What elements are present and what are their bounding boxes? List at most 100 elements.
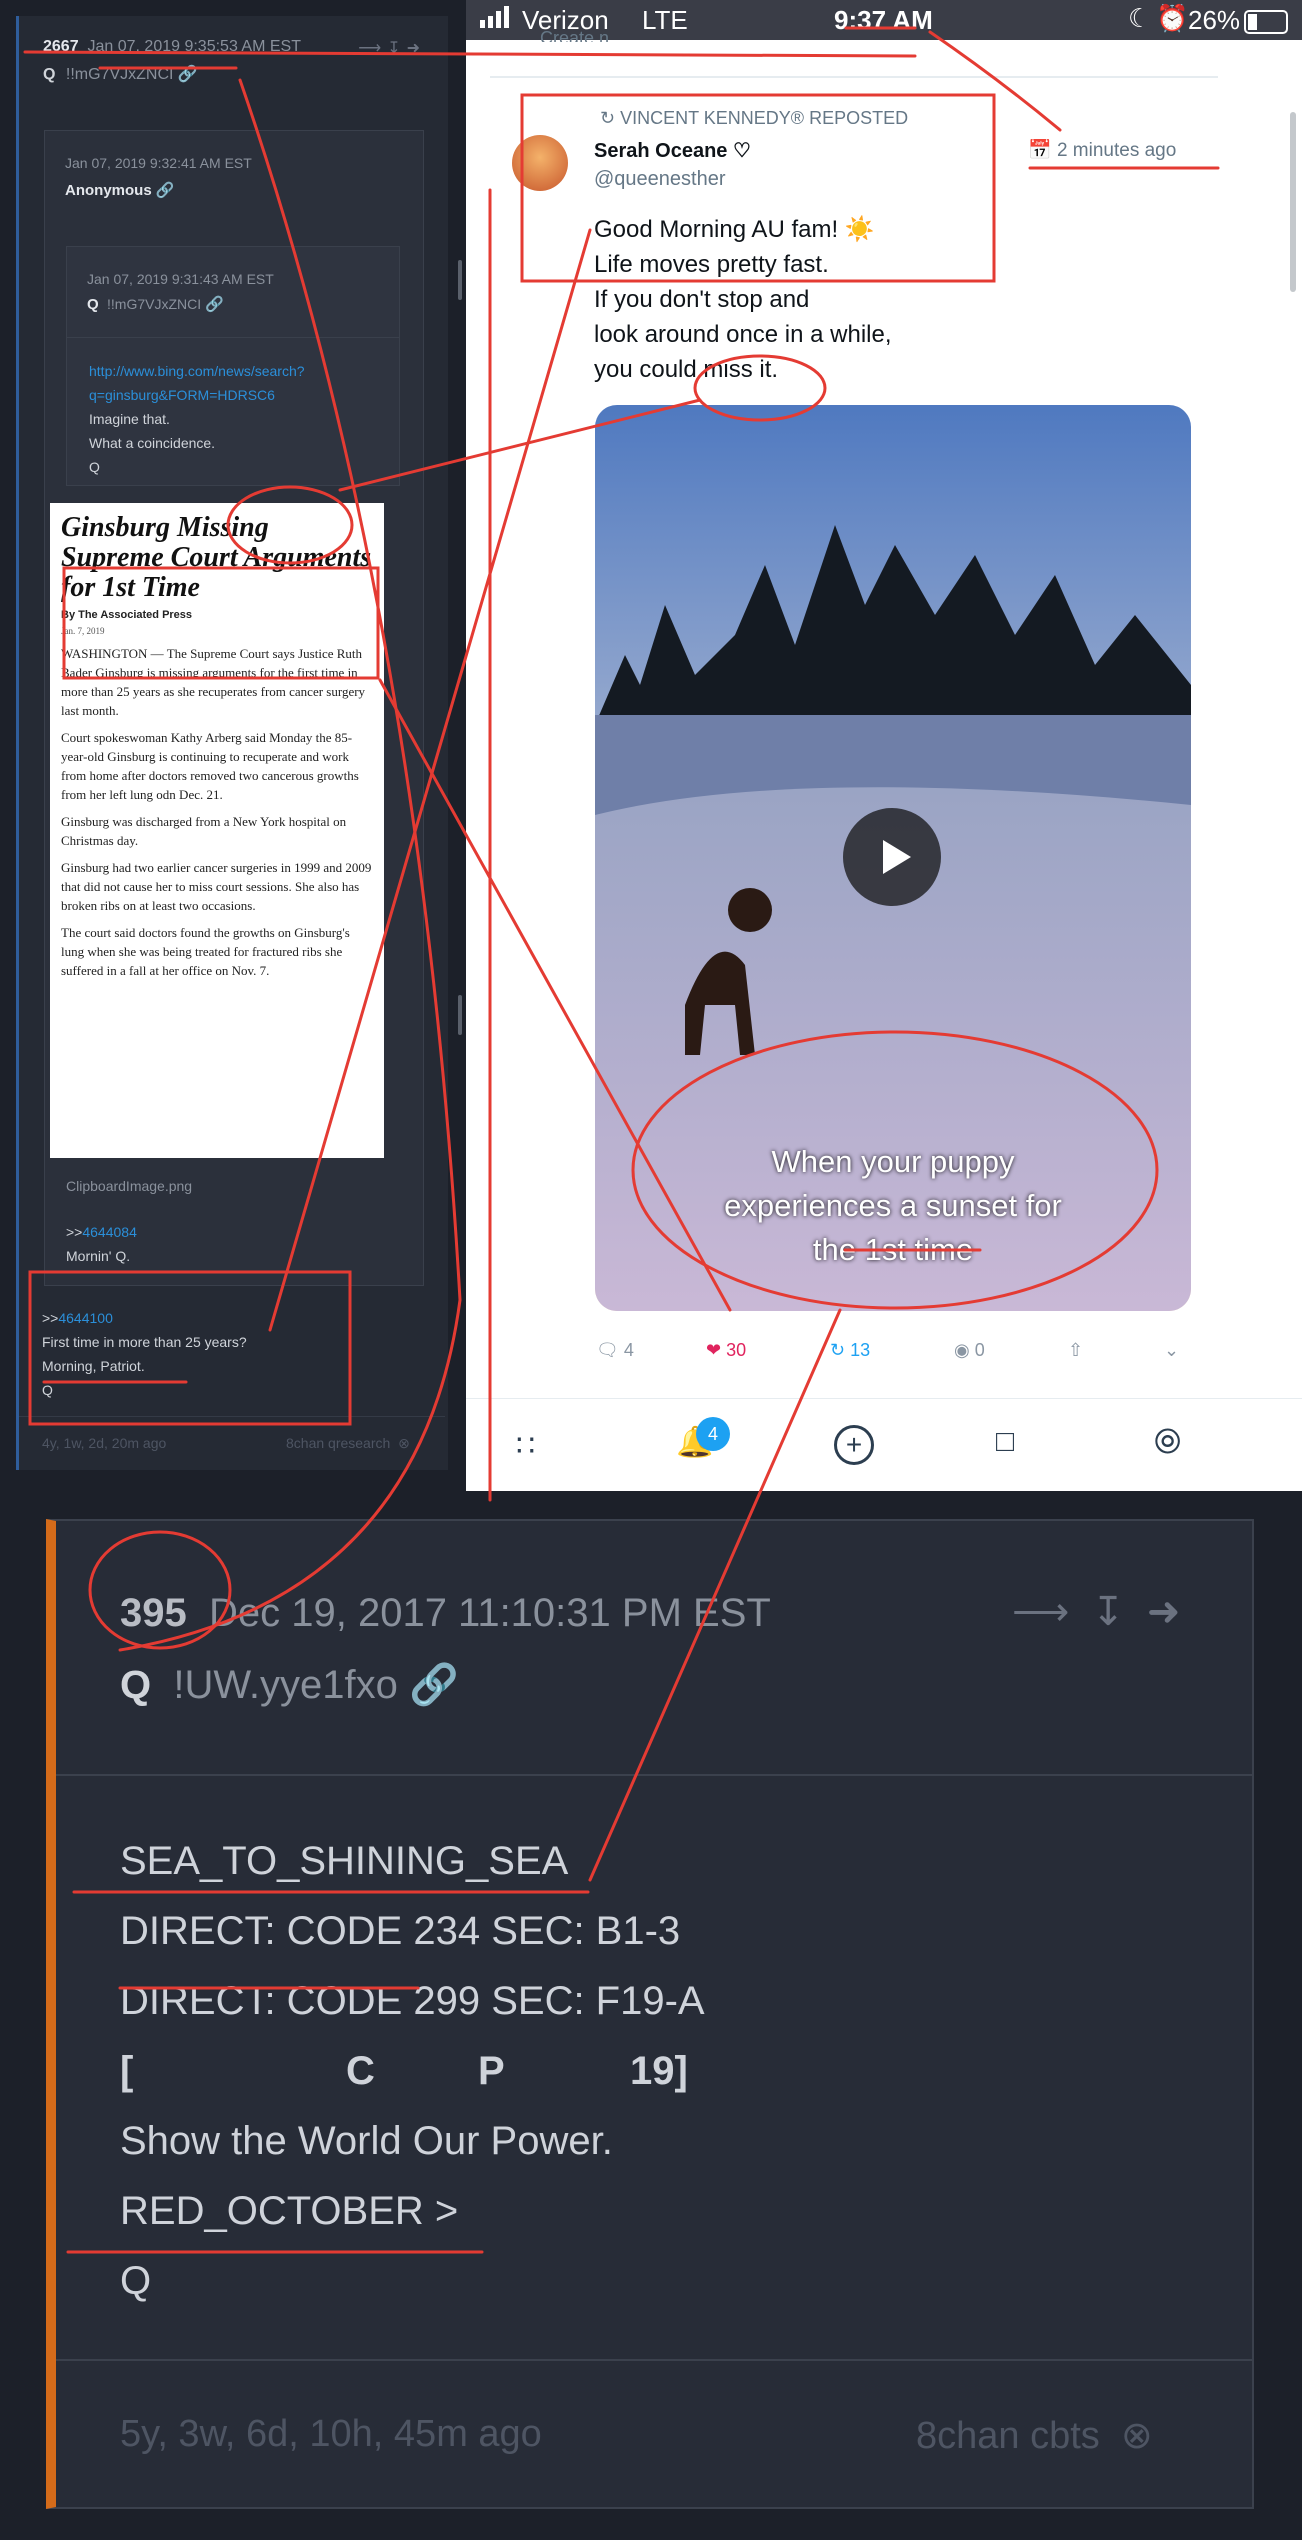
body-line1: First time in more than 25 years? bbox=[42, 1334, 247, 1350]
body-line2: Morning, Patriot. bbox=[42, 1358, 145, 1374]
truncated-text: Create n... bbox=[540, 28, 625, 42]
source-label: 8chan cbts bbox=[916, 2415, 1100, 2457]
body-line: RED_OCTOBER > bbox=[120, 2189, 459, 2233]
post-timestamp: Jan 07, 2019 9:35:53 AM EST bbox=[87, 38, 301, 55]
reply-link[interactable]: >>4644084 bbox=[66, 1220, 137, 1244]
chevron-down-icon[interactable]: ⌄ bbox=[1164, 1340, 1179, 1361]
display-name[interactable]: Serah Oceane ♡ bbox=[594, 138, 751, 163]
body-sign: Q bbox=[42, 1382, 53, 1398]
messages-icon[interactable]: □ bbox=[996, 1425, 1014, 1459]
calendar-icon: 📅 bbox=[1028, 140, 1052, 161]
qpost-large: 395 Dec 19, 2017 11:10:31 PM EST Q !UW.y… bbox=[46, 1519, 1254, 2509]
quoted-author: Anonymous 🔗 bbox=[65, 181, 175, 199]
clock: 9:37 AM bbox=[834, 5, 933, 35]
heart-icon: ❤ bbox=[706, 1340, 722, 1360]
article-paragraph: Ginsburg had two earlier cancer surgerie… bbox=[61, 860, 372, 913]
scrollbar-thumb[interactable] bbox=[458, 260, 462, 300]
news-link-line1: http://www.bing.com/news/search? bbox=[89, 363, 305, 379]
share-icon[interactable]: ⟶ bbox=[358, 40, 387, 57]
reply-action[interactable]: 🗨 4 bbox=[596, 1340, 634, 1361]
body-line: SEA_TO_SHINING_SEA bbox=[120, 1839, 569, 1883]
retweet-icon: ↻ bbox=[830, 1340, 846, 1360]
nested-author-name: Q bbox=[87, 296, 99, 313]
close-icon[interactable]: ⊗ bbox=[1110, 2415, 1153, 2457]
play-icon bbox=[883, 840, 911, 874]
moon-icon: ☾ bbox=[1128, 3, 1152, 33]
source-label: 8chan qresearch bbox=[286, 1435, 391, 1451]
post-body: SEA_TO_SHINING_SEA DIRECT: CODE 234 SEC:… bbox=[120, 1826, 720, 2316]
nested-tripcode: !!mG7VJxZNCI bbox=[107, 296, 202, 312]
nested-line2: What a coincidence. bbox=[89, 435, 216, 451]
forward-icon[interactable]: ➜ bbox=[407, 40, 426, 57]
link-icon[interactable]: 🔗 bbox=[409, 1663, 459, 1707]
article-dateline: Jan. 7, 2019 bbox=[61, 626, 105, 636]
caption-line: the 1st time bbox=[812, 1232, 974, 1267]
nested-sign: Q bbox=[89, 459, 100, 475]
post-timestamp: Dec 19, 2017 11:10:31 PM EST bbox=[208, 1591, 771, 1635]
link-icon[interactable]: 🔗 bbox=[205, 296, 224, 313]
news-link[interactable]: http://www.bing.com/news/search? q=ginsb… bbox=[89, 359, 305, 407]
handle[interactable]: @queenesther bbox=[594, 168, 726, 191]
like-count: 30 bbox=[726, 1340, 747, 1360]
scrollbar-thumb[interactable] bbox=[1290, 112, 1296, 292]
share-icon[interactable]: ⇧ bbox=[1068, 1340, 1083, 1361]
avatar[interactable] bbox=[512, 135, 568, 191]
reply-text: Mornin' Q. bbox=[66, 1248, 131, 1264]
compose-icon[interactable]: + bbox=[834, 1425, 874, 1465]
video-caption: When your puppy experiences a sunset for… bbox=[595, 1140, 1191, 1272]
explore-icon[interactable]: ⦾ bbox=[1154, 1423, 1181, 1462]
bracket-p: P bbox=[478, 2049, 505, 2093]
scrollbar-thumb[interactable] bbox=[458, 995, 462, 1035]
like-action[interactable]: ❤ 30 bbox=[706, 1340, 746, 1361]
quoted-author-name: Anonymous bbox=[65, 182, 152, 199]
post-header: 395 Dec 19, 2017 11:10:31 PM EST bbox=[120, 1591, 771, 1636]
attachment-name[interactable]: ClipboardImage.png bbox=[66, 1178, 192, 1194]
apps-grid-icon[interactable]: ∷ bbox=[516, 1429, 535, 1464]
download-icon[interactable]: ↧ bbox=[387, 40, 406, 57]
post-header: 2667 Jan 07, 2019 9:35:53 AM EST Q !!mG7… bbox=[43, 38, 301, 84]
article-paragraph: Court spokeswoman Kathy Arberg said Mond… bbox=[61, 730, 359, 802]
battery-icon bbox=[1244, 10, 1288, 34]
body-line: DIRECT: CODE 234 SEC: B1-3 bbox=[120, 1909, 681, 1953]
author: Q !UW.yye1fxo 🔗 bbox=[120, 1661, 459, 1708]
tab-bar: ∷ 🔔 4 + □ ⦾ bbox=[466, 1398, 1302, 1491]
views-action[interactable]: ◉ 0 bbox=[954, 1340, 985, 1361]
network-type: LTE bbox=[642, 5, 688, 35]
ref-number: 4644100 bbox=[58, 1310, 113, 1326]
reply-prefix: >> bbox=[66, 1224, 83, 1240]
retweet-count: 13 bbox=[850, 1340, 871, 1360]
nested-line1: Imagine that. bbox=[89, 411, 170, 427]
article-paragraph: Ginsburg was discharged from a New York … bbox=[61, 814, 347, 848]
tweet-line: If you don't stop and bbox=[594, 286, 810, 313]
display-name-emoji: ♡ bbox=[732, 140, 751, 162]
body-line: Show the World Our Power. bbox=[120, 2119, 613, 2163]
link-icon[interactable]: 🔗 bbox=[178, 66, 198, 83]
bracket-open: [ bbox=[120, 2049, 134, 2093]
link-icon[interactable]: 🔗 bbox=[156, 182, 175, 199]
ref-link[interactable]: >>4644100 bbox=[42, 1306, 247, 1330]
post-number: 395 bbox=[120, 1591, 187, 1635]
notification-badge: 4 bbox=[696, 1417, 730, 1451]
article-paragraph: WASHINGTON — The Supreme Court says Just… bbox=[61, 646, 366, 718]
nested-body: http://www.bing.com/news/search? q=ginsb… bbox=[89, 359, 305, 479]
tweet-line: look around once in a while, bbox=[594, 321, 892, 348]
post-actions: ⟶↧➜ bbox=[358, 38, 426, 58]
play-button[interactable] bbox=[843, 808, 941, 906]
divider bbox=[19, 1416, 445, 1417]
article-headline: Ginsburg Missing Supreme Court Arguments… bbox=[61, 512, 372, 603]
share-icon[interactable]: ⟶ bbox=[1012, 1590, 1091, 1634]
post-actions: ⟶↧➜ bbox=[1012, 1589, 1202, 1635]
signal-icon bbox=[480, 4, 516, 35]
tripcode: !UW.yye1fxo bbox=[173, 1663, 398, 1707]
download-icon[interactable]: ↧ bbox=[1091, 1590, 1147, 1634]
tweet-line: Good Morning AU fam! ☀️ bbox=[594, 216, 875, 243]
retweet-icon: ↻ bbox=[600, 108, 616, 128]
bracket-c: C bbox=[346, 2049, 375, 2093]
retweet-action[interactable]: ↻ 13 bbox=[830, 1340, 870, 1361]
video-player[interactable]: When your puppy experiences a sunset for… bbox=[595, 405, 1191, 1311]
body-line: DIRECT: CODE 299 SEC: F19-A bbox=[120, 1979, 705, 2023]
news-article-image[interactable]: Ginsburg Missing Supreme Court Arguments… bbox=[50, 503, 384, 1158]
close-icon[interactable]: ⊗ bbox=[394, 1435, 410, 1451]
forward-icon[interactable]: ➜ bbox=[1147, 1590, 1203, 1634]
repost-label: ↻ VINCENT KENNEDY® REPOSTED bbox=[600, 108, 908, 129]
